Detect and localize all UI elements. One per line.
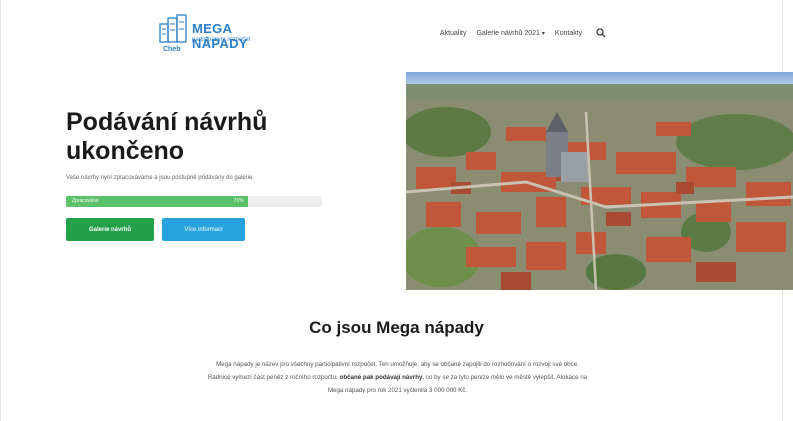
main-nav: Aktuality Galerie návrhů 2021 ▾ Kontakty — [440, 28, 606, 38]
logo-subtitle: participativní rozpočet — [192, 37, 251, 43]
progress-percent: 71% — [233, 198, 244, 204]
progress-label: Zpracováno — [72, 198, 99, 204]
nav-item-galerie[interactable]: Galerie návrhů 2021 ▾ — [476, 30, 544, 37]
hero-title: Podávání návrhů ukončeno — [66, 108, 268, 165]
progress-bar: Zpracováno 71% — [66, 196, 322, 207]
logo-city: Cheb — [163, 46, 181, 53]
site-logo[interactable]: MEGA NÁPADY participativní rozpočet Cheb — [158, 14, 288, 56]
more-info-button[interactable]: Více informací — [162, 218, 245, 241]
section-text-highlight: občané pak podávají návrhy — [339, 374, 423, 381]
nav-item-aktuality[interactable]: Aktuality — [440, 30, 466, 37]
hero-aerial-photo — [406, 72, 793, 290]
chevron-down-icon: ▾ — [541, 30, 545, 37]
progress-fill: Zpracováno 71% — [66, 196, 248, 207]
nav-item-galerie-label: Galerie návrhů 2021 — [476, 29, 540, 37]
nav-item-kontakty[interactable]: Kontakty — [555, 30, 582, 37]
hero-subtitle: Vaše návrhy nyní zpracováváme a jsou pos… — [66, 175, 255, 181]
search-icon[interactable] — [596, 28, 606, 38]
section-title: Co jsou Mega nápady — [309, 318, 484, 337]
section-text: Mega nápady je název pro všechny partici… — [205, 358, 590, 397]
gallery-button[interactable]: Galerie návrhů — [66, 218, 154, 241]
logo-emblem-icon — [159, 14, 187, 43]
logo-title: MEGA NÁPADY — [192, 21, 248, 51]
